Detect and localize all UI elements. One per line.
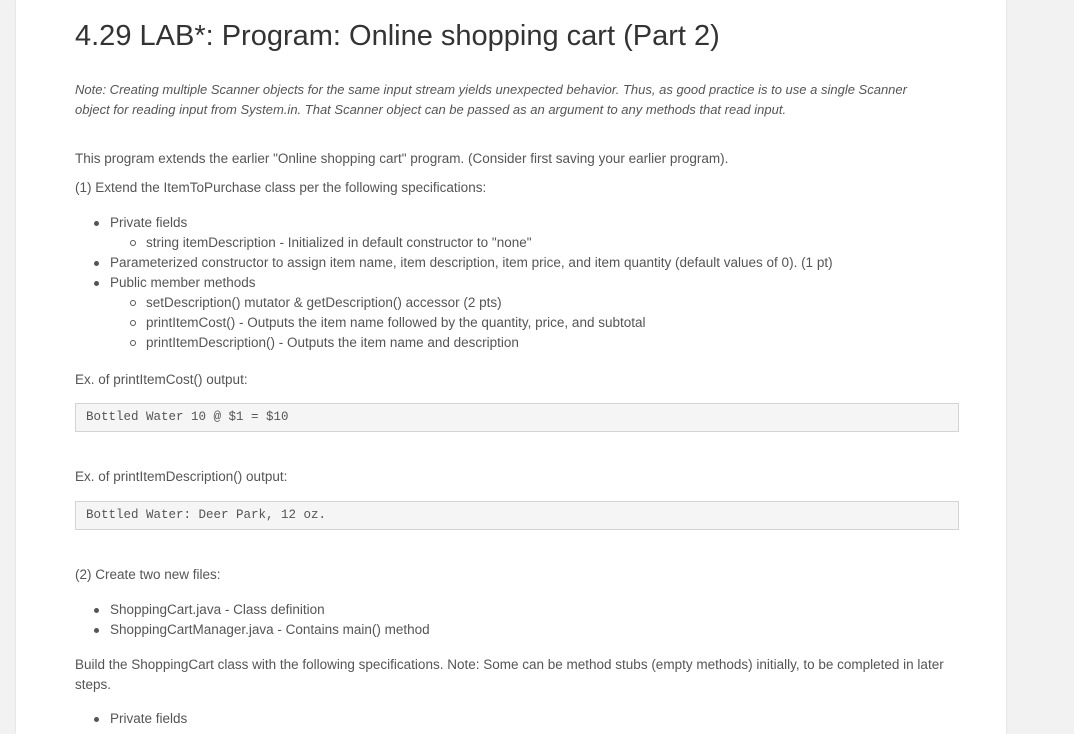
ex-cost-code-block: Bottled Water 10 @ $1 = $10 <box>75 403 959 432</box>
cart-spec-list: Private fields <box>75 709 187 729</box>
list-item: Parameterized constructor to assign item… <box>75 253 833 273</box>
list-item: string itemDescription - Initialized in … <box>75 233 833 253</box>
ex-desc-label: Ex. of printItemDescription() output: <box>75 469 288 484</box>
list-item: ShoppingCart.java - Class definition <box>75 600 430 620</box>
build-paragraph: Build the ShoppingCart class with the fo… <box>75 657 944 692</box>
page-title: 4.29 LAB*: Program: Online shopping cart… <box>75 20 720 52</box>
step-1-heading: (1) Extend the ItemToPurchase class per … <box>75 180 487 195</box>
intro-paragraph: This program extends the earlier "Online… <box>75 151 729 166</box>
step-2-heading: (2) Create two new files: <box>75 567 221 582</box>
list-item: Private fields <box>75 213 833 233</box>
scanner-note: Note: Creating multiple Scanner objects … <box>75 82 907 117</box>
new-files-list: ShoppingCart.java - Class definition Sho… <box>75 600 430 640</box>
list-item: printItemCost() - Outputs the item name … <box>75 313 833 333</box>
list-item: setDescription() mutator & getDescriptio… <box>75 293 833 313</box>
item-spec-list: Private fields string itemDescription - … <box>75 213 833 353</box>
list-item: Public member methods <box>75 273 833 293</box>
ex-cost-label: Ex. of printItemCost() output: <box>75 372 248 387</box>
ex-desc-code-block: Bottled Water: Deer Park, 12 oz. <box>75 501 959 530</box>
lab-card: 4.29 LAB*: Program: Online shopping cart… <box>16 0 1006 734</box>
list-item: printItemDescription() - Outputs the ite… <box>75 333 833 353</box>
list-item: Private fields <box>75 709 187 729</box>
list-item: ShoppingCartManager.java - Contains main… <box>75 620 430 640</box>
